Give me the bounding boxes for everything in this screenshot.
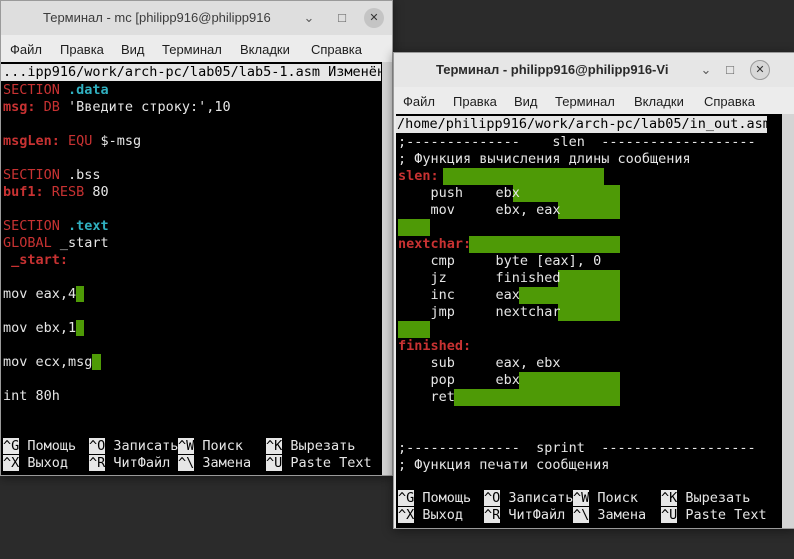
menu-edit[interactable]: Правка [60,42,104,57]
code-line: push ebx [398,185,520,201]
terminal-window-lab5[interactable]: Терминал - mc [philipp916@philipp916 ⌄ □… [0,0,393,476]
menu-terminal[interactable]: Терминал [162,42,222,57]
code-line: cmp byte [eax], 0 [398,253,602,269]
code-line: inc eax [398,287,520,303]
code-line: ;-------------- sprint -----------------… [398,440,756,456]
code-line: mov ecx,msg [3,354,101,371]
code-line: pop ebx [398,372,520,388]
code-line: ; Функция печати сообщения [398,457,610,473]
code-line: GLOBAL _start [3,235,109,251]
menu-view[interactable]: Вид [121,42,145,57]
menu-view[interactable]: Вид [514,94,538,109]
minimize-icon[interactable]: ⌄ [299,8,319,28]
minimize-icon[interactable]: ⌄ [696,60,716,80]
code-line: mov ebx,1 [3,320,85,337]
scrollbar[interactable] [782,114,794,528]
menu-tabs[interactable]: Вкладки [634,94,684,109]
code-label: nextchar: [398,236,472,252]
code-line: sub eax, ebx [398,355,561,371]
menu-bar: Файл Правка Вид Терминал Вкладки Справка [394,88,794,114]
code-line: SECTION .text [3,218,109,234]
title-bar[interactable]: Терминал - mc [philipp916@philipp916 ⌄ □… [1,1,392,35]
shortcut-row: ^X Выход ^R ЧитФайл ^\ Замена ^U Paste Text [398,507,767,523]
menu-edit[interactable]: Правка [453,94,497,109]
code-line: mov eax,4 [3,286,85,303]
shortcut-row: ^G Помощь ^O Записать ^W Поиск ^K Вырезать [3,438,356,454]
code-line: SECTION .bss [3,167,101,183]
menu-help[interactable]: Справка [704,94,755,109]
trailing-whitespace [558,202,620,219]
menu-tabs[interactable]: Вкладки [240,42,290,57]
trailing-whitespace [443,168,604,185]
trailing-whitespace [519,372,620,389]
code-line: jz finished [398,270,561,286]
nano-header: /home/philipp916/work/arch-pc/lab05/in_o… [396,116,767,133]
trailing-whitespace [454,389,620,406]
trailing-whitespace [519,287,620,304]
scrollbar[interactable] [382,62,392,475]
trailing-whitespace [469,236,620,253]
terminal-window-in-out[interactable]: Терминал - philipp916@philipp916-Vi ⌄ □ … [393,52,794,529]
code-label: finished: [398,338,472,354]
code-line: _start: [3,252,69,268]
code-line: ;-------------- slen ------------------- [398,134,756,150]
code-label: slen: [398,168,439,184]
maximize-icon[interactable]: □ [720,60,740,80]
maximize-icon[interactable]: □ [332,8,352,28]
trailing-whitespace [558,304,620,321]
trailing-whitespace [398,321,430,338]
close-icon[interactable]: ✕ [750,60,770,80]
shortcut-row: ^G Помощь ^O Записать ^W Поиск ^K Вырезать [398,490,751,506]
code-line: jmp nextchar [398,304,561,320]
code-line: buf1: RESB 80 [3,184,109,200]
shortcut-row: ^X Выход ^R ЧитФайл ^\ Замена ^U Paste Text [3,455,372,471]
code-line: ; Функция вычисления длины сообщения [398,151,691,167]
window-title: Терминал - mc [philipp916@philipp916 [43,10,271,25]
code-line: int 80h [3,388,60,404]
code-line: msgLen: EQU $-msg [3,133,142,149]
menu-bar: Файл Правка Вид Терминал Вкладки Справка [1,36,392,62]
code-line: msg: DB 'Введите строку:',10 [3,99,231,115]
nano-header: ...ipp916/work/arch-pc/lab05/lab5-1.asm … [1,64,381,81]
menu-file[interactable]: Файл [10,42,42,57]
code-line: SECTION .data [3,82,109,98]
trailing-whitespace [558,270,620,287]
trailing-whitespace [398,219,430,236]
trailing-whitespace [513,185,620,202]
code-line: ret [398,389,455,405]
terminal-area[interactable]: /home/philipp916/work/arch-pc/lab05/in_o… [396,114,782,528]
menu-terminal[interactable]: Терминал [555,94,615,109]
menu-file[interactable]: Файл [403,94,435,109]
window-title: Терминал - philipp916@philipp916-Vi [436,62,669,77]
code-line: mov ebx, eax [398,202,561,218]
title-bar[interactable]: Терминал - philipp916@philipp916-Vi ⌄ □ … [394,53,794,87]
menu-help[interactable]: Справка [311,42,362,57]
close-icon[interactable]: ✕ [364,8,384,28]
terminal-area[interactable]: ...ipp916/work/arch-pc/lab05/lab5-1.asm … [1,62,382,475]
